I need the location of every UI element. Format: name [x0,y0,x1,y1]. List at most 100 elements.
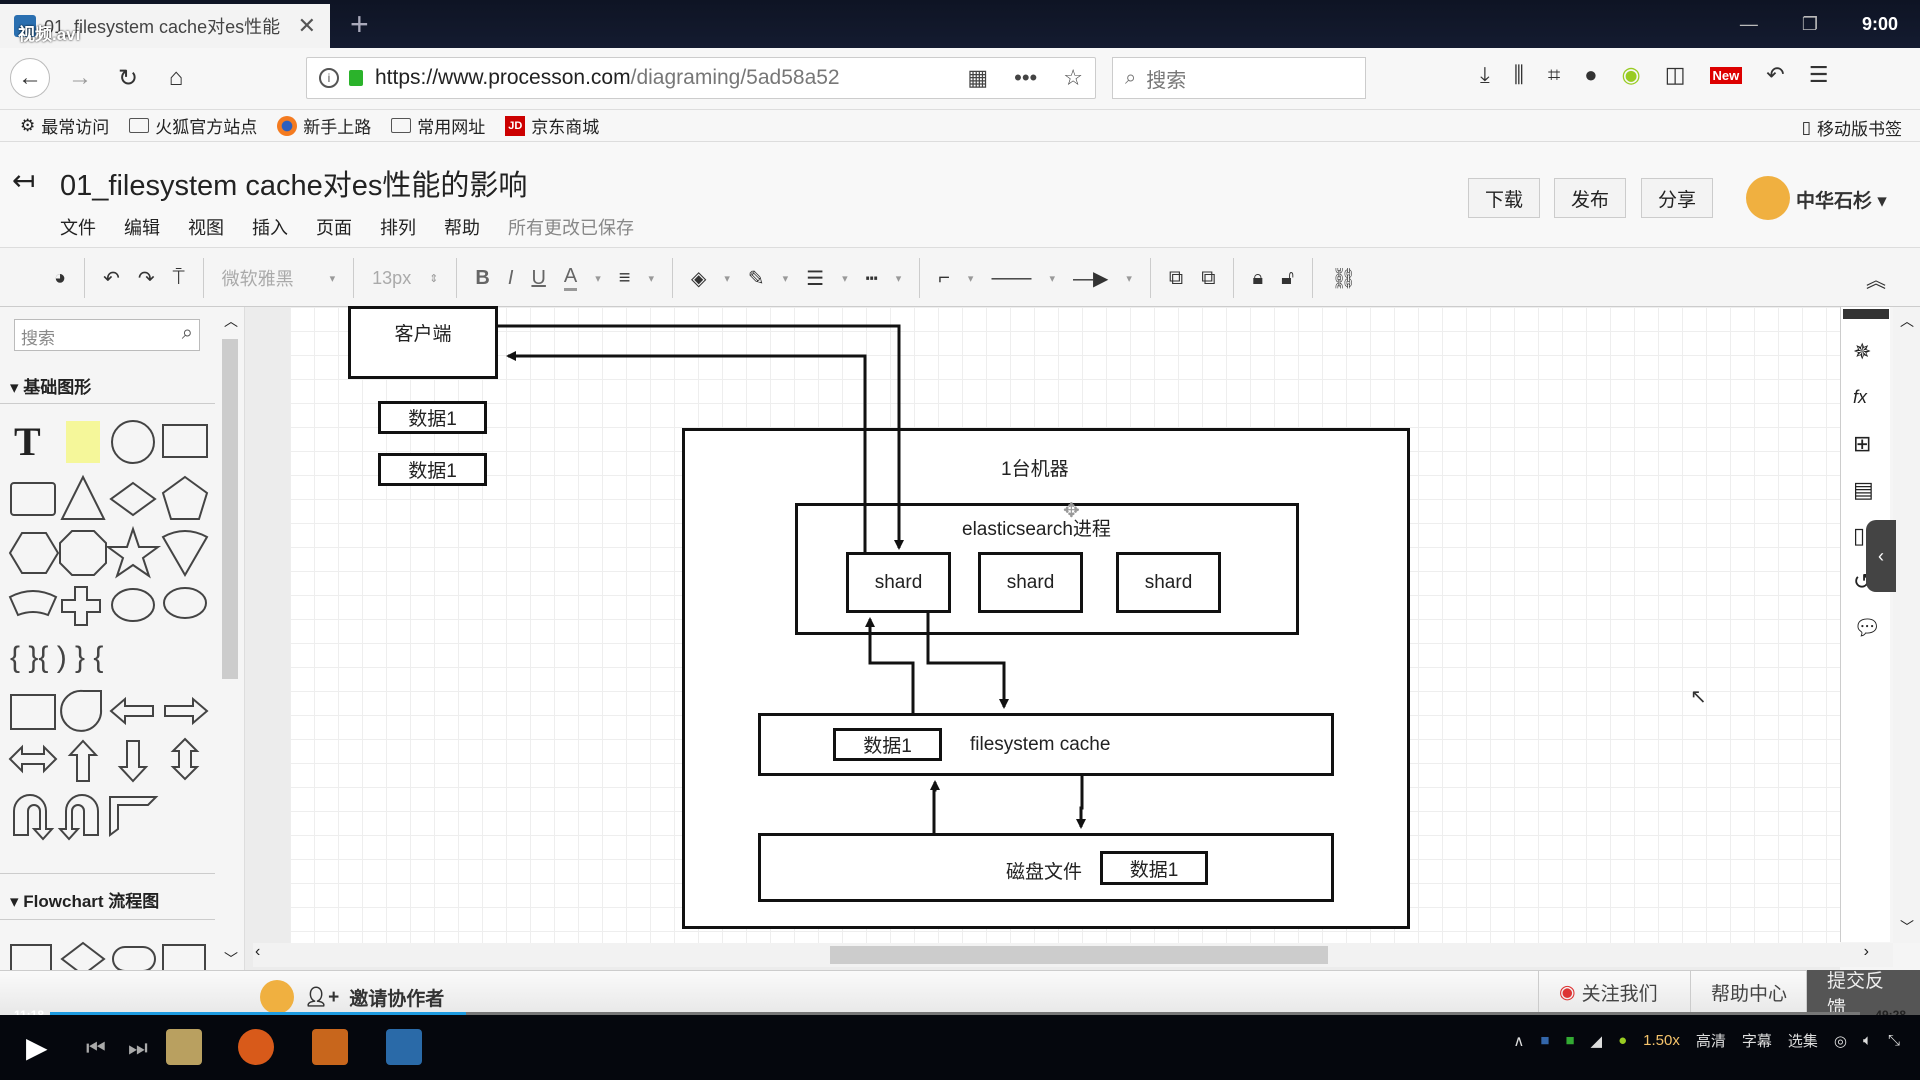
download-icon[interactable]: ⤓ [1480,62,1490,88]
word-tray-icon[interactable]: ■ [1540,1032,1549,1049]
shape-arrow-updown[interactable] [170,737,200,781]
shape-corner[interactable] [109,796,159,837]
avatar[interactable] [1746,176,1790,220]
close-tab-icon[interactable]: ✕ [298,13,316,39]
bookmark-common-sites[interactable]: 常用网址 [391,113,485,138]
url-bar[interactable]: i https://www.processon.com /diagraming/… [306,57,1096,99]
next-icon[interactable]: ⏭ [128,1035,148,1061]
layers-icon[interactable]: ▤ [1853,477,1874,503]
comment-icon[interactable]: 💬︎ [1853,615,1881,641]
scrollbar-thumb[interactable] [830,946,1328,964]
line-style-icon[interactable]: ┅ [866,266,878,291]
info-icon[interactable]: i [319,68,339,88]
style-shape-icon[interactable]: ◕ [54,267,66,290]
volume-icon[interactable]: 🔈︎ [1863,1032,1872,1049]
help-center-button[interactable]: 帮助中心 [1690,970,1807,1015]
shape-arrow-up[interactable] [67,739,99,782]
shape-octagon[interactable] [59,530,107,576]
sidebar-icon[interactable]: ◫ [1665,62,1686,88]
library-icon[interactable]: ⫼ [1514,62,1524,88]
data-box[interactable]: 数据1 [378,453,487,486]
episodes-button[interactable]: 选集 [1788,1030,1818,1051]
shape-arrow-right[interactable] [164,696,209,726]
shape-star[interactable] [104,525,162,579]
send-back-icon[interactable]: ⧉ [1201,267,1215,290]
menu-view[interactable]: 视图 [188,214,224,240]
file-explorer-icon[interactable] [166,1029,202,1065]
shape-panel-scrollbar[interactable]: ︿ ﹀ [220,313,240,967]
security-tray-icon[interactable]: ● [1618,1032,1627,1049]
menu-arrange[interactable]: 排列 [380,214,416,240]
data-box[interactable]: 数据1 [378,401,487,434]
download-button[interactable]: 下载 [1468,178,1541,218]
quality-button[interactable]: 高清 [1696,1030,1726,1051]
menu-edit[interactable]: 编辑 [124,214,160,240]
scroll-up-icon[interactable]: ︿ [1900,311,1914,331]
collapse-toolbar-icon[interactable]: ︽ [1866,264,1886,293]
connector-type-icon[interactable]: ⌐ [938,267,950,290]
page-size-icon[interactable]: ⊞ [1853,431,1871,457]
italic-button[interactable]: I [508,267,514,290]
subtitle-button[interactable]: 字幕 [1742,1030,1772,1051]
shape-uturn-arrow-2[interactable] [57,794,99,841]
bookmark-jd[interactable]: JD 京东商城 [505,113,599,138]
font-size-stepper[interactable]: 13px [372,268,411,289]
shape-cloud[interactable] [111,588,155,622]
menu-file[interactable]: 文件 [60,214,96,240]
shape-diamond[interactable] [109,481,157,517]
exit-fullscreen-icon[interactable]: ⤡ [1888,1032,1900,1049]
shape-pentagon[interactable] [161,475,209,520]
font-family-select[interactable]: 微软雅黑 [222,265,312,291]
line-start-icon[interactable]: —— [991,267,1031,290]
lock-icon[interactable]: 🔒︎ [1252,267,1263,290]
security-extension-icon[interactable]: ◉ [1622,62,1641,88]
scroll-down-icon[interactable]: ﹀ [224,949,238,969]
fill-color-icon[interactable]: ◈ [691,266,706,291]
menu-insert[interactable]: 插入 [252,214,288,240]
shape-drop[interactable] [60,689,103,732]
bring-front-icon[interactable]: ⧉ [1169,267,1183,290]
menu-help[interactable]: 帮助 [444,214,480,240]
mobile-bookmarks[interactable]: ▯ 移动版书签 [1802,115,1902,140]
powerpoint-taskbar-icon[interactable] [312,1029,348,1065]
shape-hexagon[interactable] [8,532,60,574]
minimize-icon[interactable]: — [1740,14,1758,35]
shard-box[interactable]: shard [1116,552,1221,613]
shape-callout[interactable] [163,587,207,619]
formula-icon[interactable]: fx [1853,387,1867,408]
new-badge[interactable]: New [1709,66,1743,84]
link-icon[interactable]: ⛓ [1331,266,1356,291]
home-button[interactable]: ⌂ [156,58,196,98]
scrollbar-thumb[interactable] [222,339,238,679]
prev-icon[interactable]: ⏮ [86,1035,106,1061]
shard-box[interactable]: shard [846,552,951,613]
crop-icon[interactable]: ⌗ [1548,62,1560,88]
page-icon[interactable]: ▯ [1853,523,1865,549]
shape-card[interactable] [10,694,56,730]
shape-braces[interactable]: { }{ ) } { [10,641,103,674]
tray-expand-icon[interactable]: ∧ [1513,1032,1524,1050]
bold-button[interactable]: B [475,267,489,290]
shape-rounded-rectangle[interactable] [10,482,56,516]
chat-icon[interactable]: ● [1584,62,1597,88]
data-box[interactable]: 数据1 [1100,851,1208,885]
align-icon[interactable]: ≡ [619,267,631,290]
follow-us-button[interactable]: ◉ 关注我们 [1538,970,1678,1015]
shape-search-input[interactable]: 搜索 ⌕ [14,319,200,351]
line-width-icon[interactable]: ☰ [806,266,824,291]
underline-button[interactable]: U [531,267,545,290]
word-taskbar-icon[interactable] [386,1029,422,1065]
line-color-icon[interactable]: ✎ [748,266,765,291]
forward-button[interactable]: → [60,58,100,98]
app-tray-icon[interactable]: ■ [1565,1032,1574,1049]
firefox-taskbar-icon[interactable] [238,1029,274,1065]
data-box[interactable]: 数据1 [833,728,942,761]
scroll-left-icon[interactable]: ‹ [255,943,260,961]
horizontal-scrollbar[interactable]: ‹ › [253,943,1893,967]
vertical-scrollbar[interactable]: ︿ ﹀ [1893,307,1920,943]
undo-icon[interactable]: ↶ [103,266,120,291]
shape-triangle[interactable] [60,474,106,520]
menu-page[interactable]: 页面 [316,214,352,240]
shape-inverted-triangle[interactable] [161,530,209,577]
navigator-icon[interactable]: ✵ [1853,339,1871,365]
